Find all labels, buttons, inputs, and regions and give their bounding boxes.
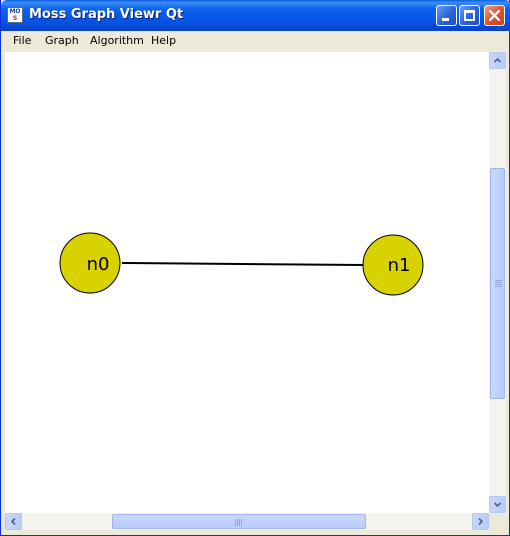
scroll-right-button[interactable] xyxy=(472,513,489,530)
close-icon xyxy=(488,9,501,22)
graph-drawing: n0 n1 xyxy=(59,232,424,296)
grip-line xyxy=(235,519,236,526)
menu-help[interactable]: Help xyxy=(151,34,176,47)
menu-bar: File Graph Algorithm Help xyxy=(2,31,509,51)
menu-algorithm[interactable]: Algorithm xyxy=(90,34,144,47)
app-window: MO S Moss Graph Viewr Qt File Graph Algo… xyxy=(0,0,510,536)
arrow-right-icon xyxy=(478,517,484,526)
graph-node-n1[interactable]: n1 xyxy=(362,234,424,296)
scrollbar-corner xyxy=(489,513,506,530)
horizontal-scroll-thumb[interactable] xyxy=(112,514,366,529)
grip-line xyxy=(239,519,240,526)
scroll-down-button[interactable] xyxy=(489,496,506,513)
grip-line xyxy=(241,519,242,526)
menu-graph[interactable]: Graph xyxy=(45,34,79,47)
node-label: n1 xyxy=(388,255,411,276)
grip-line xyxy=(237,519,238,526)
app-icon-text-bottom: S xyxy=(12,15,18,22)
graph-node-n0[interactable]: n0 xyxy=(59,232,121,294)
arrow-down-icon xyxy=(493,502,502,508)
minimize-icon xyxy=(442,18,449,21)
arrow-left-icon xyxy=(10,517,16,526)
vertical-scroll-thumb[interactable] xyxy=(490,168,505,399)
close-button[interactable] xyxy=(484,5,505,26)
grip-line xyxy=(495,284,502,285)
arrow-up-icon xyxy=(493,57,502,63)
horizontal-scrollbar[interactable] xyxy=(5,513,489,530)
window-title: Moss Graph Viewr Qt xyxy=(29,7,184,22)
app-icon-text-top: MO xyxy=(9,8,21,15)
node-label: n0 xyxy=(87,254,110,275)
grip-line xyxy=(495,286,502,287)
graph-edge[interactable] xyxy=(121,262,364,266)
grip-line xyxy=(495,282,502,283)
maximize-button[interactable] xyxy=(459,5,480,26)
graph-canvas[interactable]: n0 n1 xyxy=(5,52,489,513)
vertical-scrollbar[interactable] xyxy=(489,52,506,513)
maximize-icon xyxy=(464,10,475,21)
minimize-button[interactable] xyxy=(436,5,457,26)
menu-file[interactable]: File xyxy=(13,34,31,47)
grip-line xyxy=(495,280,502,281)
title-bar[interactable]: MO S Moss Graph Viewr Qt xyxy=(1,0,510,31)
scroll-left-button[interactable] xyxy=(5,513,22,530)
scroll-up-button[interactable] xyxy=(489,52,506,69)
app-icon[interactable]: MO S xyxy=(7,7,23,23)
